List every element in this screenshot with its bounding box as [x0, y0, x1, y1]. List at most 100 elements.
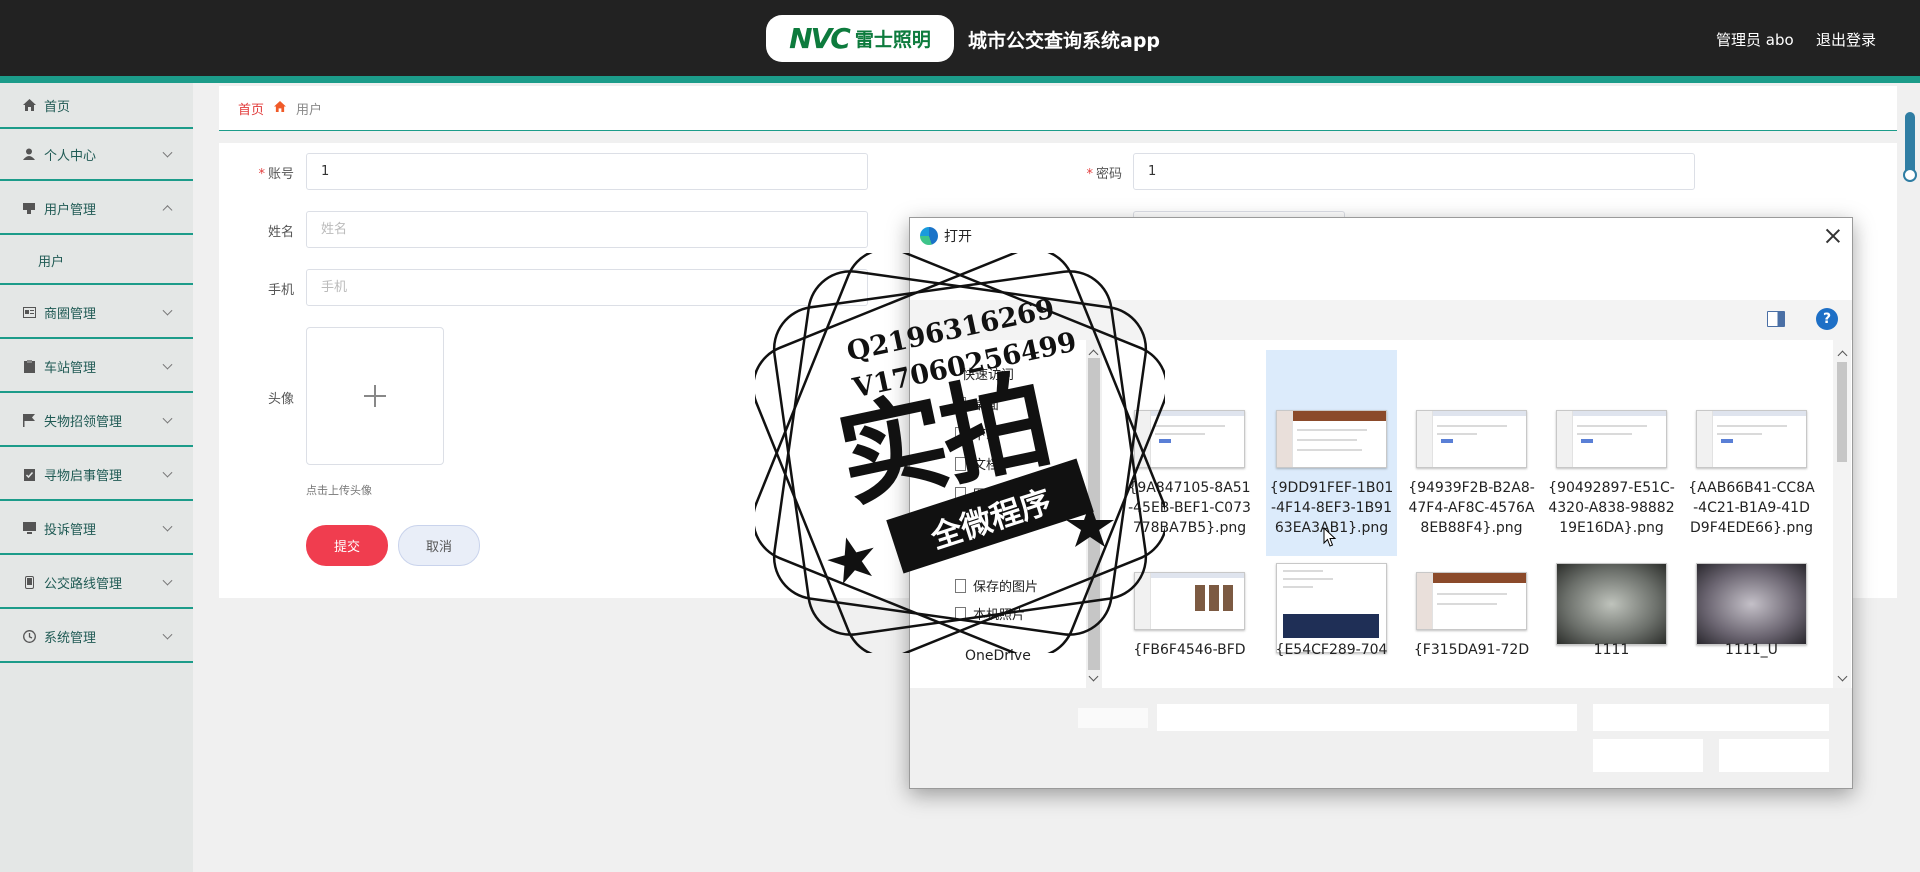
nav-scrollbar-thumb[interactable] — [1088, 358, 1100, 670]
sidebar-item-label: 系统管理 — [44, 630, 97, 646]
brand-logo: NVC 雷士照明 — [766, 15, 954, 62]
nav-onedrive[interactable]: OneDrive — [965, 648, 1031, 664]
home-icon — [22, 98, 36, 112]
nav-downloads[interactable]: 下载 — [955, 424, 999, 443]
submit-button[interactable]: 提交 — [306, 525, 388, 566]
file-thumbnail — [1134, 572, 1245, 630]
chevron-down-icon — [162, 575, 173, 586]
dialog-footer — [910, 688, 1852, 788]
clock-icon — [22, 629, 36, 643]
sidebar-item-system[interactable]: 系统管理 — [0, 611, 193, 663]
nav-desktop[interactable]: 桌面 — [955, 394, 999, 413]
file-thumbnail — [1556, 563, 1667, 645]
sidebar-item-label: 车站管理 — [44, 360, 97, 376]
sidebar-item-label: 失物招领管理 — [44, 414, 123, 430]
file-item[interactable]: {E54CF289-704 — [1266, 563, 1397, 688]
sidebar-item-business-district[interactable]: 商圈管理 — [0, 287, 193, 339]
dialog-title: 打开 — [944, 228, 972, 245]
chevron-down-icon — [162, 413, 173, 424]
card-icon — [22, 305, 36, 319]
sidebar-item-lost-notice[interactable]: 寻物启事管理 — [0, 449, 193, 501]
cancel-button[interactable]: 取消 — [398, 525, 480, 566]
file-thumbnail — [1416, 572, 1527, 630]
breadcrumb-home[interactable]: 首页 — [238, 99, 264, 118]
password-label: * 密码 — [1086, 167, 1122, 182]
current-user: 管理员 abo — [1716, 31, 1794, 49]
dialog-toolbar — [910, 300, 1852, 340]
top-header: NVC 雷士照明 城市公交查询系统app 管理员 abo 退出登录 — [0, 0, 1920, 76]
file-name: 1111 — [1593, 642, 1630, 658]
name-input[interactable] — [306, 211, 868, 248]
file-name-label — [1078, 708, 1148, 728]
nav-camera-roll[interactable]: 本机照片 — [955, 604, 1025, 623]
file-name: {9A847105-8A51-45EB-BEF1-C073778BA7B5}.p… — [1128, 480, 1251, 536]
sidebar-item-profile[interactable]: 个人中心 — [0, 129, 193, 181]
sidebar-item-label: 个人中心 — [44, 148, 97, 164]
files-scrollbar-thumb[interactable] — [1837, 362, 1847, 462]
file-name: {AAB66B41-CC8A-4C21-B1A9-41DD9F4EDE66}.p… — [1688, 480, 1815, 536]
file-thumbnail — [1416, 410, 1527, 468]
file-item[interactable]: {FB6F4546-BFD — [1124, 563, 1255, 688]
logo-mark: NVC — [789, 22, 851, 55]
plus-icon — [364, 385, 386, 407]
file-item[interactable]: {F315DA91-72D — [1406, 563, 1537, 688]
logo-text: 雷士照明 — [854, 29, 931, 51]
phone-input[interactable] — [306, 269, 868, 306]
password-input[interactable] — [1133, 153, 1695, 190]
sidebar: 首页 个人中心 用户管理 用户 商圈管理 车站管理 失物招领管理 寻物启事管理 … — [0, 83, 193, 872]
nav-quick-access[interactable]: 快速访问 — [962, 364, 1014, 383]
chevron-down-icon — [162, 305, 173, 316]
user-manage-icon — [22, 201, 36, 215]
file-item[interactable]: {94939F2B-B2A8-47F4-AF8C-4576A8EB88F4}.p… — [1406, 350, 1537, 556]
person-icon — [22, 147, 36, 161]
chevron-down-icon — [162, 147, 173, 158]
file-item-selected[interactable]: {9DD91FEF-1B01-4F14-8EF3-1B9163EA3AB1}.p… — [1266, 350, 1397, 556]
open-button[interactable] — [1593, 739, 1703, 772]
help-icon[interactable]: ? — [1816, 308, 1838, 330]
dialog-cancel-button[interactable] — [1719, 739, 1829, 772]
checklist-icon — [22, 467, 36, 481]
files-grid: {9A847105-8A51-45EB-BEF1-C073778BA7B5}.p… — [1104, 340, 1852, 688]
home-icon — [274, 101, 286, 115]
mouse-cursor-icon — [1323, 526, 1337, 551]
phone-label: 手机 — [267, 283, 294, 298]
file-name-input[interactable] — [1157, 704, 1577, 731]
account-label: * 账号 — [258, 167, 294, 182]
sidebar-item-home[interactable]: 首页 — [0, 83, 193, 129]
file-item[interactable]: {90492897-E51C-4320-A838-9888219E16DA}.p… — [1546, 350, 1677, 556]
sidebar-item-label: 首页 — [44, 99, 71, 115]
sidebar-item-bus-routes[interactable]: 公交路线管理 — [0, 557, 193, 609]
file-item[interactable]: 1111_U — [1686, 563, 1817, 688]
sidebar-item-lost-found[interactable]: 失物招领管理 — [0, 395, 193, 447]
chevron-down-icon — [162, 629, 173, 640]
sidebar-item-complaints[interactable]: 投诉管理 — [0, 503, 193, 555]
file-item[interactable]: {AAB66B41-CC8A-4C21-B1A9-41DD9F4EDE66}.p… — [1686, 350, 1817, 556]
file-thumbnail — [1276, 410, 1387, 468]
avatar-upload-box[interactable] — [306, 327, 444, 465]
nav-folder-202[interactable]: 202 — [955, 514, 998, 529]
nav-documents[interactable]: 文档 — [955, 454, 999, 473]
close-icon[interactable] — [1823, 226, 1843, 246]
folder-icon — [955, 426, 966, 441]
sidebar-item-label: 公交路线管理 — [44, 576, 123, 592]
sidebar-subitem-users[interactable]: 用户 — [0, 237, 193, 285]
file-item[interactable]: {9A847105-8A51-45EB-BEF1-C073778BA7B5}.p… — [1124, 350, 1255, 556]
dialog-titlebar: 打开 — [910, 218, 1852, 253]
clipboard-icon — [22, 359, 36, 373]
folder-icon — [955, 578, 966, 593]
nav-saved-pictures[interactable]: 保存的图片 — [955, 576, 1038, 595]
folder-icon — [955, 514, 966, 529]
logout-link[interactable]: 退出登录 — [1816, 29, 1876, 50]
folder-icon — [955, 396, 966, 411]
preview-pane-icon[interactable] — [1767, 311, 1785, 327]
file-type-filter[interactable] — [1593, 704, 1829, 731]
folder-icon — [955, 606, 966, 621]
file-thumbnail — [1556, 410, 1667, 468]
sidebar-item-user-management[interactable]: 用户管理 — [0, 183, 193, 235]
page-scrollbar-handle[interactable] — [1903, 168, 1917, 182]
sidebar-subitem-label: 用户 — [38, 254, 65, 270]
sidebar-item-station[interactable]: 车站管理 — [0, 341, 193, 393]
account-input[interactable] — [306, 153, 868, 190]
nav-pictures[interactable]: 图片 — [955, 484, 999, 503]
file-item[interactable]: 1111 — [1546, 563, 1677, 688]
